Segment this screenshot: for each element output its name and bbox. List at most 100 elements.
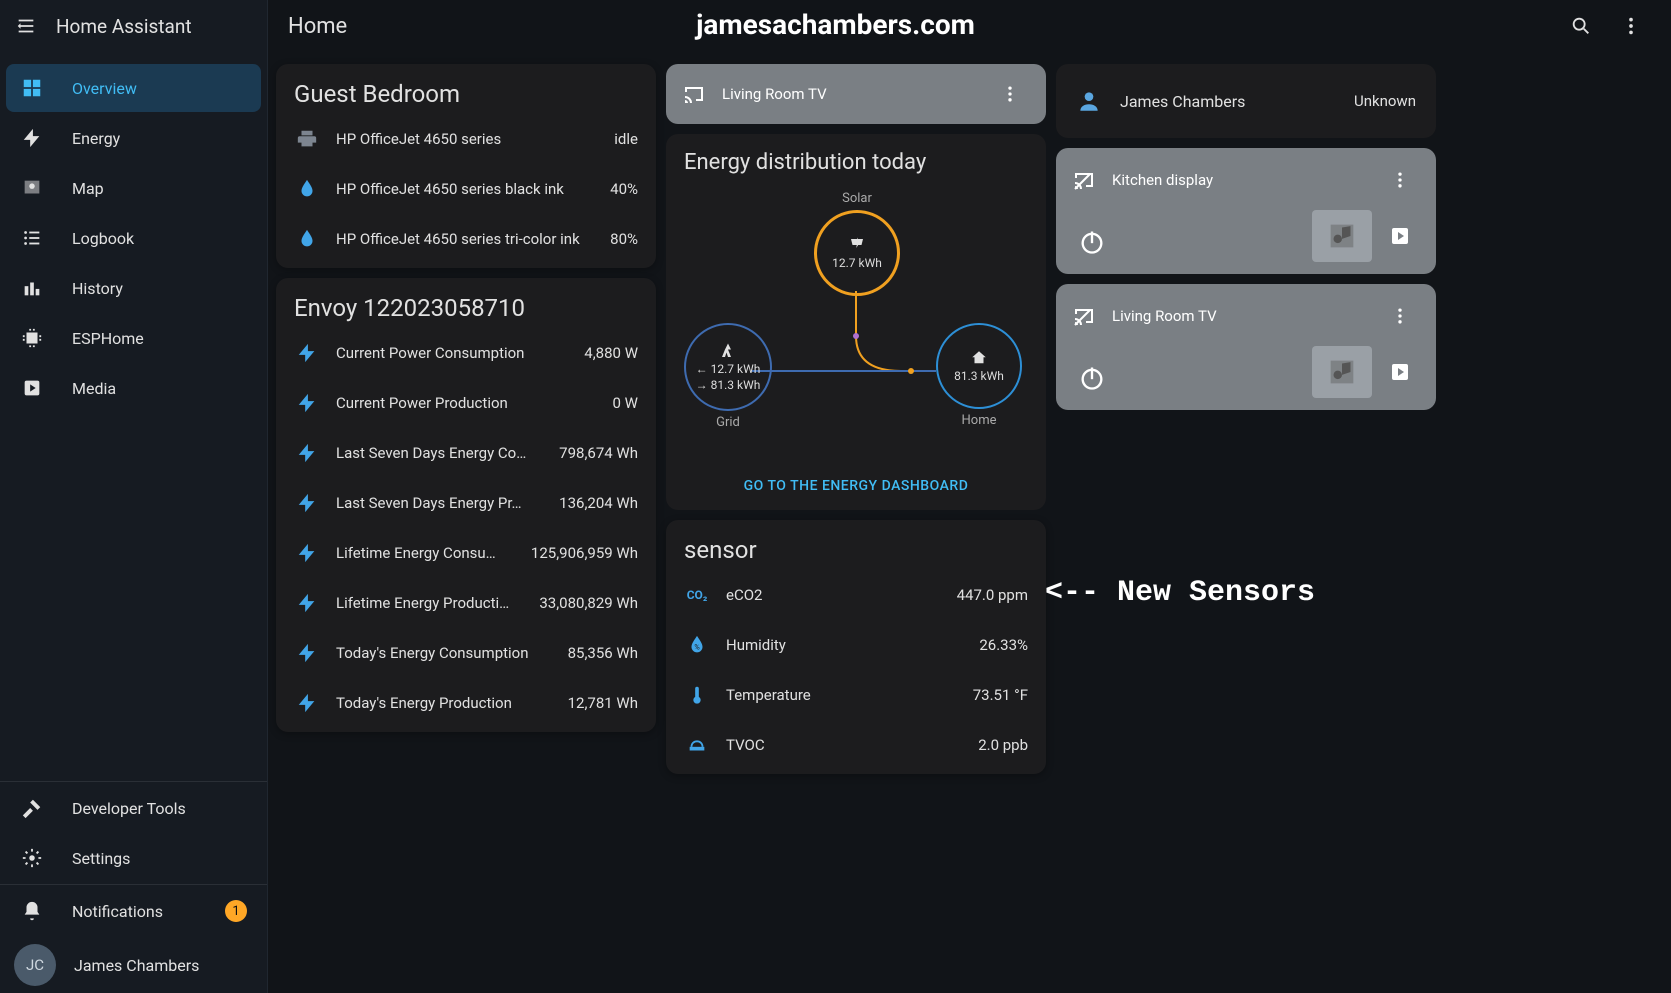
entity-name: Lifetime Energy Consu…: [336, 544, 515, 562]
browse-media-button[interactable]: [1380, 352, 1420, 392]
sidebar-item-energy[interactable]: Energy: [6, 114, 261, 162]
sidebar-item-settings[interactable]: Settings: [6, 834, 261, 882]
sidebar-item-label: Energy: [72, 129, 247, 148]
entity-value: 40%: [610, 180, 638, 198]
entity-value: 125,906,959 Wh: [531, 544, 638, 562]
entity-value: 4,880 W: [584, 344, 638, 362]
sidebar-item-logbook[interactable]: Logbook: [6, 214, 261, 262]
sidebar-item-label: ESPHome: [72, 329, 247, 348]
search-button[interactable]: [1561, 6, 1601, 46]
sidebar-item-label: Settings: [72, 849, 247, 868]
node-value-in: ← 12.7 kWh: [696, 362, 761, 376]
entity-row[interactable]: Lifetime Energy Producti… 33,080,829 Wh: [276, 578, 656, 628]
entity-row[interactable]: % Humidity 26.33%: [666, 620, 1046, 670]
media-card[interactable]: Living Room TV: [1056, 284, 1436, 410]
gear-icon: [20, 846, 44, 870]
co2-icon: CO₂: [684, 582, 710, 608]
entity-row[interactable]: HP OfficeJet 4650 series black ink 40%: [276, 164, 656, 214]
sidebar-item-label: Overview: [72, 79, 247, 98]
sidebar-item-label: Developer Tools: [72, 799, 247, 818]
entity-name: HP OfficeJet 4650 series tri-color ink: [336, 230, 594, 248]
sidebar-bottom: Developer Tools Settings Notifications 1…: [0, 781, 267, 993]
node-label: Home: [962, 413, 997, 428]
flash-icon: [294, 540, 320, 566]
sidebar-item-overview[interactable]: Overview: [6, 64, 261, 112]
browse-media-button[interactable]: [1380, 216, 1420, 256]
sidebar-item-history[interactable]: History: [6, 264, 261, 312]
card-menu-button[interactable]: [1380, 296, 1420, 336]
entity-name: Last Seven Days Energy Co…: [336, 444, 543, 462]
solar-icon: [848, 236, 866, 254]
entity-name: HP OfficeJet 4650 series black ink: [336, 180, 594, 198]
energy-node-solar[interactable]: Solar 12.7 kWh: [814, 191, 900, 296]
media-card[interactable]: Kitchen display: [1056, 148, 1436, 274]
notification-count-badge: 1: [225, 900, 247, 922]
sidebar-item-notifications[interactable]: Notifications 1: [6, 887, 261, 935]
entity-value: 85,356 Wh: [568, 644, 638, 662]
card-energy-distribution: Energy distribution today Solar 12.7 kWh: [666, 134, 1046, 510]
entity-name: TVOC: [726, 736, 962, 754]
node-value: 12.7 kWh: [832, 256, 882, 270]
card-person[interactable]: James Chambers Unknown: [1056, 64, 1436, 138]
card-title: Guest Bedroom: [276, 68, 656, 114]
home-icon: [970, 349, 988, 367]
column-1: Guest Bedroom HP OfficeJet 4650 series i…: [276, 64, 656, 774]
entity-row[interactable]: Lifetime Energy Consu… 125,906,959 Wh: [276, 528, 656, 578]
flash-icon: [294, 340, 320, 366]
entity-row[interactable]: Today's Energy Consumption 85,356 Wh: [276, 628, 656, 678]
entity-value: 73.51 °F: [973, 686, 1028, 704]
sidebar-item-media[interactable]: Media: [6, 364, 261, 412]
entity-name: Humidity: [726, 636, 963, 654]
power-button[interactable]: [1072, 222, 1112, 262]
sidebar-item-map[interactable]: Map: [6, 164, 261, 212]
entity-row[interactable]: Last Seven Days Energy Pr… 136,204 Wh: [276, 478, 656, 528]
node-value: 81.3 kWh: [954, 369, 1004, 383]
sidebar-item-developer-tools[interactable]: Developer Tools: [6, 784, 261, 832]
entity-row[interactable]: TVOC 2.0 ppb: [666, 720, 1046, 770]
entity-row[interactable]: Today's Energy Production 12,781 Wh: [276, 678, 656, 728]
sidebar-item-label: Notifications: [72, 902, 197, 921]
dashboard-icon: [20, 76, 44, 100]
entity-row[interactable]: Last Seven Days Energy Co… 798,674 Wh: [276, 428, 656, 478]
power-button[interactable]: [1072, 358, 1112, 398]
energy-dashboard-link[interactable]: GO TO THE ENERGY DASHBOARD: [744, 478, 969, 494]
entity-row[interactable]: Temperature 73.51 °F: [666, 670, 1046, 720]
sidebar-item-label: Map: [72, 179, 247, 198]
card-title: sensor: [666, 524, 1046, 570]
sidebar-user[interactable]: JC James Chambers: [0, 937, 267, 993]
entity-row[interactable]: Current Power Production 0 W: [276, 378, 656, 428]
card-menu-button[interactable]: [1380, 160, 1420, 200]
printer-icon: [294, 126, 320, 152]
media-art-icon: [1312, 346, 1372, 398]
node-label: Grid: [716, 415, 740, 430]
sidebar-item-esphome[interactable]: ESPHome: [6, 314, 261, 362]
media-icon: [20, 376, 44, 400]
entity-row[interactable]: HP OfficeJet 4650 series tri-color ink 8…: [276, 214, 656, 264]
flash-icon: [294, 440, 320, 466]
entity-name: eCO2: [726, 586, 941, 604]
card-living-room-tv[interactable]: Living Room TV: [666, 64, 1046, 124]
entity-name: Current Power Consumption: [336, 344, 568, 362]
flash-icon: [294, 590, 320, 616]
entity-value: 136,204 Wh: [559, 494, 638, 512]
hammer-icon: [20, 796, 44, 820]
flash-icon: [294, 640, 320, 666]
entity-value: idle: [614, 130, 638, 148]
energy-node-grid[interactable]: ← 12.7 kWh → 81.3 kWh Grid: [684, 323, 772, 430]
card-menu-button[interactable]: [990, 74, 1030, 114]
entity-value: 447.0 ppm: [957, 586, 1028, 604]
cast-off-icon: [1072, 304, 1096, 328]
sidebar-header: Home Assistant: [0, 0, 267, 52]
entity-row[interactable]: CO₂ eCO2 447.0 ppm: [666, 570, 1046, 620]
person-state: Unknown: [1354, 92, 1416, 110]
card-title: Energy distribution today: [666, 134, 1046, 181]
sidebar-item-label: Media: [72, 379, 247, 398]
media-title: Kitchen display: [1112, 171, 1364, 189]
entity-value: 33,080,829 Wh: [539, 594, 638, 612]
entity-row[interactable]: Current Power Consumption 4,880 W: [276, 328, 656, 378]
cast-icon: [682, 82, 706, 106]
overflow-menu-button[interactable]: [1611, 6, 1651, 46]
entity-row[interactable]: HP OfficeJet 4650 series idle: [276, 114, 656, 164]
energy-node-home[interactable]: 81.3 kWh Home: [936, 323, 1022, 428]
menu-toggle-icon[interactable]: [14, 14, 38, 38]
